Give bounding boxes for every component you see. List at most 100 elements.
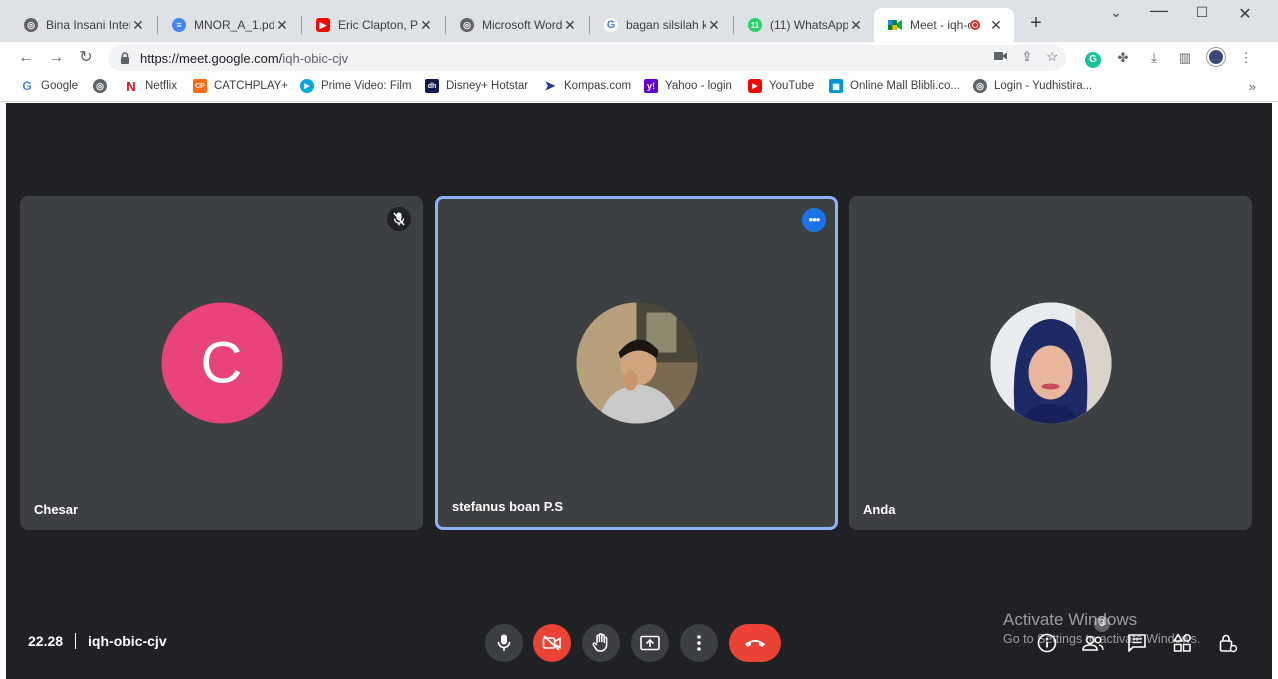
close-icon[interactable]: ✕ [988,17,1004,34]
meeting-code: iqh-obic-cjv [88,633,167,649]
tab-bina-insani[interactable]: ◎ Bina Insani Intern ✕ [10,8,156,42]
bookmark-star-icon[interactable]: ☆ [1046,49,1058,65]
kompas-icon: ➤ [544,78,556,93]
lock-icon[interactable] [120,52,130,64]
google-docs-icon: ≡ [172,18,186,32]
participant-count-badge: 3 [1094,616,1110,632]
close-icon[interactable]: ✕ [418,17,434,34]
tab-bagan-silsilah[interactable]: G bagan silsilah ke ✕ [590,8,732,42]
more-options-icon[interactable]: ••• [802,208,826,232]
close-icon[interactable]: ✕ [706,17,722,34]
participant-tile-stefanus[interactable]: ••• stefanus boan P.S [435,196,838,530]
bookmark-hotstar[interactable]: dh Disney+ Hotstar [425,79,528,93]
prime-video-icon: ▶ [300,79,314,93]
youtube-icon: ▶ [748,79,762,93]
bookmark-netflix[interactable]: N Netflix [124,79,177,94]
tab-title: Eric Clapton, Phil [338,18,418,32]
forward-button[interactable]: → [44,46,68,70]
leave-call-button[interactable] [729,624,781,662]
tab-title: (11) WhatsApp [770,18,848,32]
bookmark-yahoo[interactable]: y! Yahoo - login [644,79,732,93]
bookmark-kompas[interactable]: ➤ Kompas.com [543,78,632,93]
people-button[interactable] [1080,630,1106,656]
bookmark-blibli[interactable]: ▦ Online Mall Blibli.co... [829,79,960,93]
address-bar[interactable]: https://meet.google.com/iqh-obic-cjv ⇪ ☆ [108,45,1066,71]
bookmark-globe[interactable]: ◎ [93,79,114,93]
close-window-button[interactable]: ✕ [1230,4,1260,24]
people-icon [1082,635,1104,651]
maximize-button[interactable]: ☐ [1187,4,1217,21]
bookmark-google[interactable]: G Google [20,79,78,93]
bookmark-label: CATCHPLAY+ [214,80,289,92]
extensions-icon[interactable]: ✤ [1113,48,1133,68]
bookmark-catchplay[interactable]: CP CATCHPLAY+ [193,79,288,93]
participant-tile-chesar[interactable]: C Chesar [20,196,423,530]
tab-meet[interactable]: Meet - iqh-o ✕ [874,8,1014,42]
bookmark-label: Netflix [145,80,177,92]
meet-stage: C Chesar ••• stefanus boan P.S Anda 22.2… [6,103,1272,679]
grammarly-icon[interactable]: G [1083,48,1103,68]
url-path: iqh-obic-cjv [282,50,349,66]
tab-title: MNOR_A_1.pdf [194,18,274,32]
yahoo-icon: y! [644,79,658,93]
chat-button[interactable] [1124,630,1150,656]
microphone-button[interactable] [485,624,523,662]
globe-icon: ◎ [24,18,38,32]
bookmark-label: YouTube [769,80,815,92]
close-icon[interactable]: ✕ [274,17,290,34]
window-edge [1272,103,1278,679]
bookmark-label: Kompas.com [564,80,632,92]
info-icon [1037,633,1057,653]
tab-eric-clapton[interactable]: ▶ Eric Clapton, Phil ✕ [302,8,444,42]
tab-mnor-pdf[interactable]: ≡ MNOR_A_1.pdf ✕ [158,8,300,42]
download-icon[interactable]: ⤓ [1144,48,1164,68]
raise-hand-button[interactable] [582,624,620,662]
participant-tile-anda[interactable]: Anda [849,196,1252,530]
close-icon[interactable]: ✕ [130,17,146,34]
catchplay-icon: CP [193,79,207,93]
bookmark-prime-video[interactable]: ▶ Prime Video: Film [300,79,412,93]
meeting-details-button[interactable] [1034,630,1060,656]
more-options-button[interactable] [680,624,718,662]
new-tab-button[interactable]: + [1026,12,1046,35]
google-icon: G [22,79,32,93]
participant-name: Chesar [34,502,79,517]
reload-button[interactable]: ↻ [74,46,98,70]
side-panel-icon[interactable]: ▥ [1175,48,1195,68]
whatsapp-icon: 11 [748,18,762,32]
camera-off-button[interactable] [533,624,571,662]
browser-toolbar: ← → ↻ https://meet.google.com/iqh-obic-c… [0,42,1278,74]
hand-icon [592,633,608,652]
tab-microsoft-word[interactable]: ◎ Microsoft Word ✕ [446,8,588,42]
bookmark-label: Google [41,80,79,92]
avatar: C [161,302,282,424]
activities-button[interactable] [1169,630,1195,656]
chevron-right-icon[interactable]: » [1249,79,1256,94]
bookmark-label: Disney+ Hotstar [446,80,529,92]
present-screen-button[interactable] [631,624,669,662]
back-button[interactable]: ← [14,46,38,70]
host-controls-button[interactable] [1215,630,1241,656]
menu-icon[interactable]: ⋮ [1236,48,1256,68]
bookmark-login-yudhistira[interactable]: ◎ Login - Yudhistira... [973,79,1092,93]
meeting-info: 22.28 iqh-obic-cjv [28,633,167,649]
lock-person-icon [1219,634,1238,653]
google-meet-icon [888,18,902,32]
tab-title: bagan silsilah ke [626,18,706,32]
meeting-time: 22.28 [28,633,64,649]
close-icon[interactable]: ✕ [562,17,578,34]
globe-icon: ◎ [93,79,107,93]
tab-whatsapp[interactable]: 11 (11) WhatsApp ✕ [734,8,874,42]
bookmark-label: Prime Video: Film [321,80,412,92]
divider [75,633,77,649]
profile-avatar[interactable] [1206,48,1226,68]
minimize-button[interactable]: — [1144,0,1174,21]
bookmark-youtube[interactable]: ▶ YouTube [748,79,814,93]
bookmarks-bar: G Google ◎ N Netflix CP CATCHPLAY+ ▶ Pri… [0,74,1278,102]
bookmark-label: Login - Yudhistira... [994,80,1093,92]
tab-search-icon[interactable]: ⌄ [1101,4,1131,21]
close-icon[interactable]: ✕ [848,17,864,34]
camera-in-use-icon[interactable] [994,49,1008,65]
bookmark-label: Yahoo - login [665,80,732,92]
share-icon[interactable]: ⇪ [1021,49,1032,65]
